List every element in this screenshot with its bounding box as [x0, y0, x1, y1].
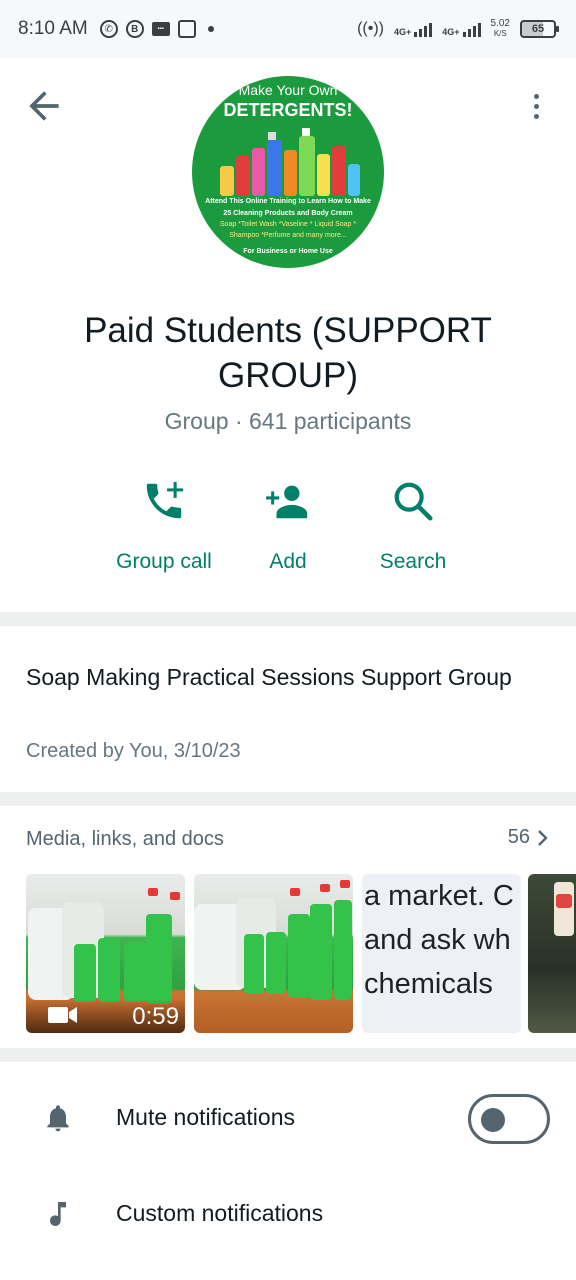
search-button[interactable]: Search [343, 476, 483, 574]
more-dot-icon [533, 103, 539, 109]
media-thumb-photo[interactable] [194, 874, 353, 1033]
avatar-text-line: Soap *Toilet Wash *Vaseline * Liquid Soa… [219, 221, 357, 228]
group-call-label: Group call [116, 550, 212, 573]
more-dot-icon [533, 113, 539, 119]
search-label: Search [379, 550, 447, 573]
music-note-icon [50, 1202, 66, 1227]
notification-icons: ✆ B ▪▪▪ [99, 20, 214, 38]
group-call-button[interactable]: Group call [94, 476, 234, 574]
toggle-knob [481, 1108, 505, 1132]
notification-settings: Mute notifications Custom notifications [0, 1062, 576, 1280]
status-bar: 8:10 AM ✆ B ▪▪▪ ((•)) 4G+ 4G+ 5.02 K/S 6… [0, 0, 576, 58]
media-count-link[interactable]: 56 [508, 826, 550, 849]
signal-2: 4G+ [442, 21, 481, 37]
custom-notifications-row[interactable]: Custom notifications [0, 1164, 576, 1260]
more-notifications-dot [207, 26, 214, 32]
back-button[interactable] [22, 84, 66, 128]
media-section-title: Media, links, and docs [26, 828, 224, 850]
speed-value: 5.02 [490, 18, 510, 29]
media-count: 56 [507, 826, 530, 848]
signal-bars-1-icon [414, 21, 433, 37]
avatar-text-line: For Business or Home Use [243, 248, 333, 255]
mute-notifications-toggle[interactable] [468, 1094, 550, 1144]
group-description: Soap Making Practical Sessions Support G… [26, 664, 512, 690]
network-type-1: 4G+ [394, 27, 412, 37]
battery-level: 65 [531, 23, 545, 35]
search-icon [394, 482, 433, 521]
battery-icon: 65 [520, 20, 559, 38]
hotspot-icon: ((•)) [357, 20, 384, 37]
document-thumb-text: a market. C [364, 880, 514, 912]
document-thumb-text: and ask wh [364, 924, 511, 956]
video-duration: 0:59 [132, 1003, 179, 1030]
add-participant-icon [266, 485, 308, 519]
more-options-button[interactable] [514, 84, 558, 128]
media-thumb-photo[interactable] [528, 874, 576, 1033]
media-section: Media, links, and docs 56 0:59 a market.… [0, 806, 576, 1048]
system-indicators: ((•)) 4G+ 4G+ 5.02 K/S 65 [357, 0, 559, 58]
group-participants: Group · 641 participants [164, 408, 412, 434]
data-speed: 5.02 K/S [491, 19, 510, 39]
media-thumb-video[interactable]: 0:59 [26, 874, 185, 1033]
media-thumb-document[interactable]: a market. C and ask wh chemicals [362, 874, 521, 1033]
custom-notifications-label: Custom notifications [116, 1200, 324, 1226]
group-created-info: Created by You, 3/10/23 [26, 740, 241, 762]
network-type-2: 4G+ [442, 27, 460, 37]
mute-notifications-label: Mute notifications [116, 1104, 295, 1130]
group-description-card[interactable]: Soap Making Practical Sessions Support G… [0, 626, 576, 792]
signal-bars-2-icon [462, 21, 481, 37]
document-thumb-text: chemicals [364, 968, 493, 1000]
avatar-text-line: Make Your Own [238, 82, 338, 98]
status-time: 8:10 AM [18, 18, 88, 39]
message-icon [177, 20, 196, 38]
arrow-left-icon [29, 91, 59, 121]
whatsapp-icon: ✆ [99, 20, 118, 38]
video-camera-icon [48, 1007, 77, 1023]
media-thumbnails: 0:59 a market. C and ask wh chemicals [26, 874, 576, 1034]
avatar-text-line: Shampoo *Perfume and many more... [229, 232, 347, 239]
signal-1: 4G+ [394, 21, 433, 37]
group-call-icon [146, 481, 184, 519]
speed-unit: K/S [493, 29, 507, 38]
avatar-text-line: DETERGENTS! [223, 100, 353, 120]
add-label: Add [269, 550, 307, 573]
group-info-header: Make Your Own DETERGENTS! Attend This On… [0, 58, 576, 612]
mute-notifications-row[interactable]: Mute notifications [0, 1068, 576, 1164]
add-participant-button[interactable]: Add [218, 476, 358, 574]
bell-icon [47, 1105, 69, 1132]
business-icon: B [125, 20, 144, 38]
avatar-text-line: 25 Cleaning Products and Body Cream [223, 210, 353, 217]
group-name: Paid Students (SUPPORT GROUP) [84, 311, 492, 395]
chevron-right-icon [538, 829, 548, 846]
more-dot-icon [533, 93, 539, 99]
group-avatar[interactable]: Make Your Own DETERGENTS! Attend This On… [192, 76, 384, 268]
app-notification-icon: ▪▪▪ [151, 22, 170, 36]
avatar-text-line: Attend This Online Training to Learn How… [205, 198, 371, 205]
detergent-bottles-image [220, 128, 360, 196]
